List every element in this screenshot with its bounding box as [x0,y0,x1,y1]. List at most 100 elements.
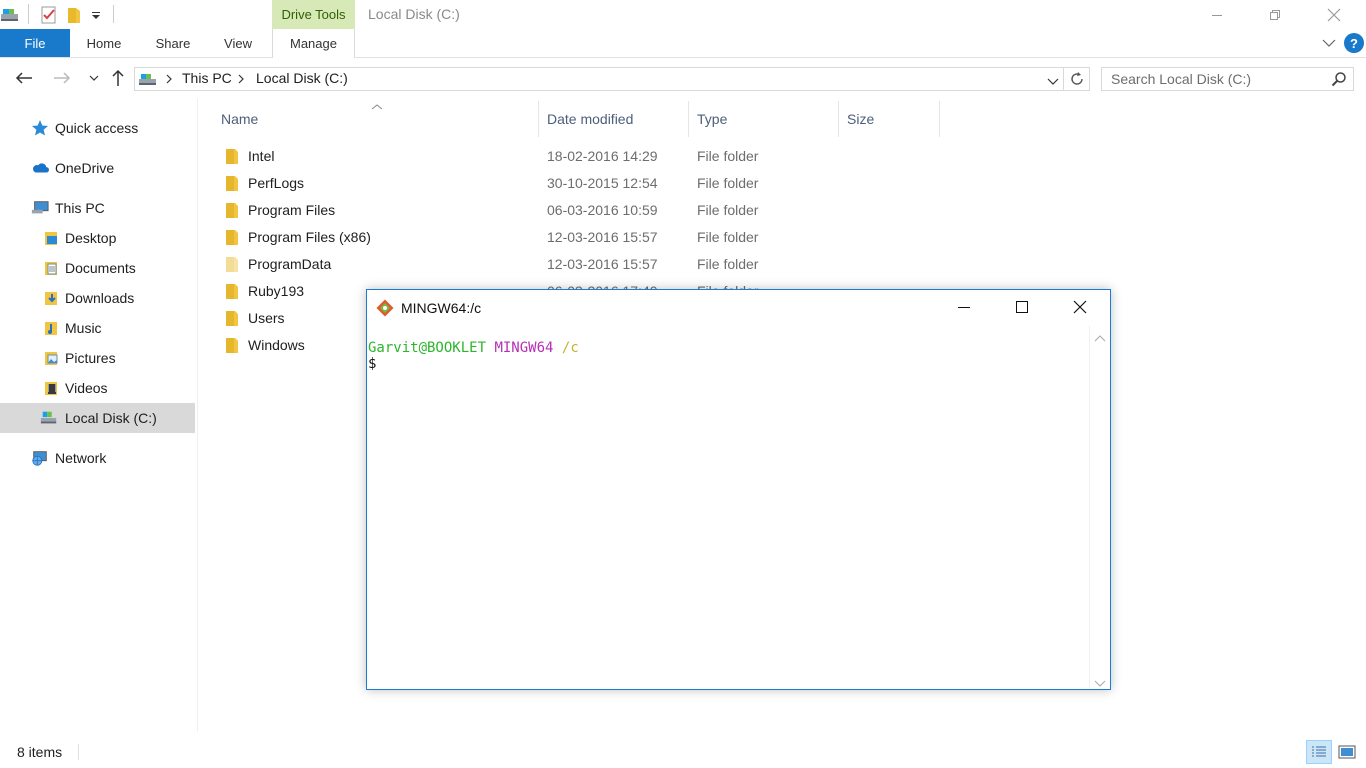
column-header-size[interactable]: Size [839,101,940,137]
file-row[interactable]: Intel 18-02-2016 14:29 File folder [219,143,789,170]
nav-label: Music [65,320,102,336]
address-bar[interactable]: This PC Local Disk (C:) [134,67,1064,91]
tab-view[interactable]: View [216,29,260,57]
folder-icon [223,309,239,330]
nav-label: Videos [65,380,108,396]
breadcrumb-this-pc[interactable]: This PC [182,70,232,86]
nav-label: Quick access [55,120,139,136]
nav-item-music[interactable]: Music [0,313,195,343]
address-history-dropdown-icon[interactable] [1047,74,1059,90]
minimize-button[interactable] [1194,0,1240,29]
chevron-right-icon[interactable] [165,72,173,88]
new-folder-icon[interactable] [66,6,82,27]
tab-share[interactable]: Share [148,29,198,57]
details-view-button[interactable] [1306,740,1332,764]
expand-ribbon-icon[interactable] [1322,35,1336,51]
ribbon-tabs: File Home Share View Manage ? [0,29,1366,58]
search-input[interactable] [1102,68,1322,90]
navigation-pane: Quick access OneDrive This PC Desktop Do… [0,98,198,732]
nav-item-quick-access[interactable]: Quick access [0,113,195,143]
nav-item-downloads[interactable]: Downloads [0,283,195,313]
desktop-folder-icon [42,229,60,247]
file-name: Users [248,310,285,326]
file-row[interactable]: PerfLogs 30-10-2015 12:54 File folder [219,170,789,197]
prompt-symbol: $ [368,356,377,372]
nav-item-local-disk[interactable]: Local Disk (C:) [0,403,195,433]
column-header-name[interactable]: Name [213,101,539,137]
drive-tools-context-label: Drive Tools [272,0,355,29]
tab-manage[interactable]: Manage [272,29,355,58]
file-type: File folder [697,202,759,218]
folder-icon [223,228,239,249]
tab-home[interactable]: Home [78,29,130,57]
close-button[interactable] [1311,0,1357,29]
scroll-down-icon[interactable] [1094,674,1106,690]
documents-folder-icon [42,259,60,277]
drive-icon [138,72,158,90]
customize-toolbar-icon[interactable] [90,8,102,24]
file-name: Program Files [248,202,336,218]
terminal-maximize-button[interactable] [993,292,1051,322]
nav-item-this-pc[interactable]: This PC [0,193,195,223]
nav-label: OneDrive [55,160,115,176]
back-button[interactable] [14,68,34,88]
properties-icon[interactable] [40,6,58,27]
up-button[interactable] [108,68,128,88]
file-date: 12-03-2016 15:57 [547,229,658,245]
file-row[interactable]: ProgramData 12-03-2016 15:57 File folder [219,251,789,278]
scroll-up-icon[interactable] [1094,330,1106,346]
recent-locations-button[interactable] [84,68,104,88]
nav-item-pictures[interactable]: Pictures [0,343,195,373]
toolbar-divider [113,5,114,23]
terminal-window[interactable]: MINGW64:/c Garvit@BOOKLET MINGW64 /c $ [366,289,1111,690]
search-box[interactable] [1101,67,1354,91]
file-type: File folder [697,256,759,272]
file-date: 12-03-2016 15:57 [547,256,658,272]
terminal-scrollbar[interactable] [1089,326,1109,688]
terminal-output[interactable]: Garvit@BOOKLET MINGW64 /c $ [368,340,1088,372]
network-icon [31,449,49,467]
terminal-title-bar[interactable]: MINGW64:/c [367,290,1110,324]
item-count: 8 items [17,744,63,760]
nav-item-desktop[interactable]: Desktop [0,223,195,253]
column-header-date-modified[interactable]: Date modified [539,101,689,137]
terminal-close-button[interactable] [1051,292,1109,322]
folder-icon [223,336,239,357]
file-name: Intel [248,148,275,164]
drive-icon [0,7,20,26]
large-icons-view-button[interactable] [1334,740,1360,764]
chevron-right-icon[interactable] [237,72,245,88]
address-row: This PC Local Disk (C:) [0,58,1366,98]
folder-icon [223,174,239,195]
nav-item-onedrive[interactable]: OneDrive [0,153,195,183]
search-icon[interactable] [1331,71,1347,90]
prompt-env: MINGW64 [494,340,554,356]
file-type: File folder [697,148,759,164]
nav-item-documents[interactable]: Documents [0,253,195,283]
file-name: Ruby193 [248,283,305,299]
cloud-icon [31,159,49,177]
terminal-minimize-button[interactable] [935,292,993,322]
toolbar-divider [28,4,29,24]
downloads-folder-icon [42,289,60,307]
pictures-folder-icon [42,349,60,367]
file-date: 18-02-2016 14:29 [547,148,658,164]
file-row[interactable]: Program Files 06-03-2016 10:59 File fold… [219,197,789,224]
nav-item-videos[interactable]: Videos [0,373,195,403]
column-header-type[interactable]: Type [689,101,839,137]
restore-button[interactable] [1252,0,1298,29]
refresh-button[interactable] [1064,67,1090,91]
breadcrumb-local-disk[interactable]: Local Disk (C:) [256,70,348,86]
tab-file[interactable]: File [0,29,70,57]
nav-label: Pictures [65,350,116,366]
file-date: 06-03-2016 10:59 [547,202,658,218]
nav-item-network[interactable]: Network [0,443,195,473]
nav-label: Network [55,450,107,466]
forward-button[interactable] [52,68,72,88]
status-bar: 8 items [0,738,1366,768]
file-row[interactable]: Program Files (x86) 12-03-2016 15:57 Fil… [219,224,789,251]
nav-label: Local Disk (C:) [65,410,157,426]
help-button[interactable]: ? [1344,33,1364,53]
file-type: File folder [697,229,759,245]
nav-label: Downloads [65,290,135,306]
